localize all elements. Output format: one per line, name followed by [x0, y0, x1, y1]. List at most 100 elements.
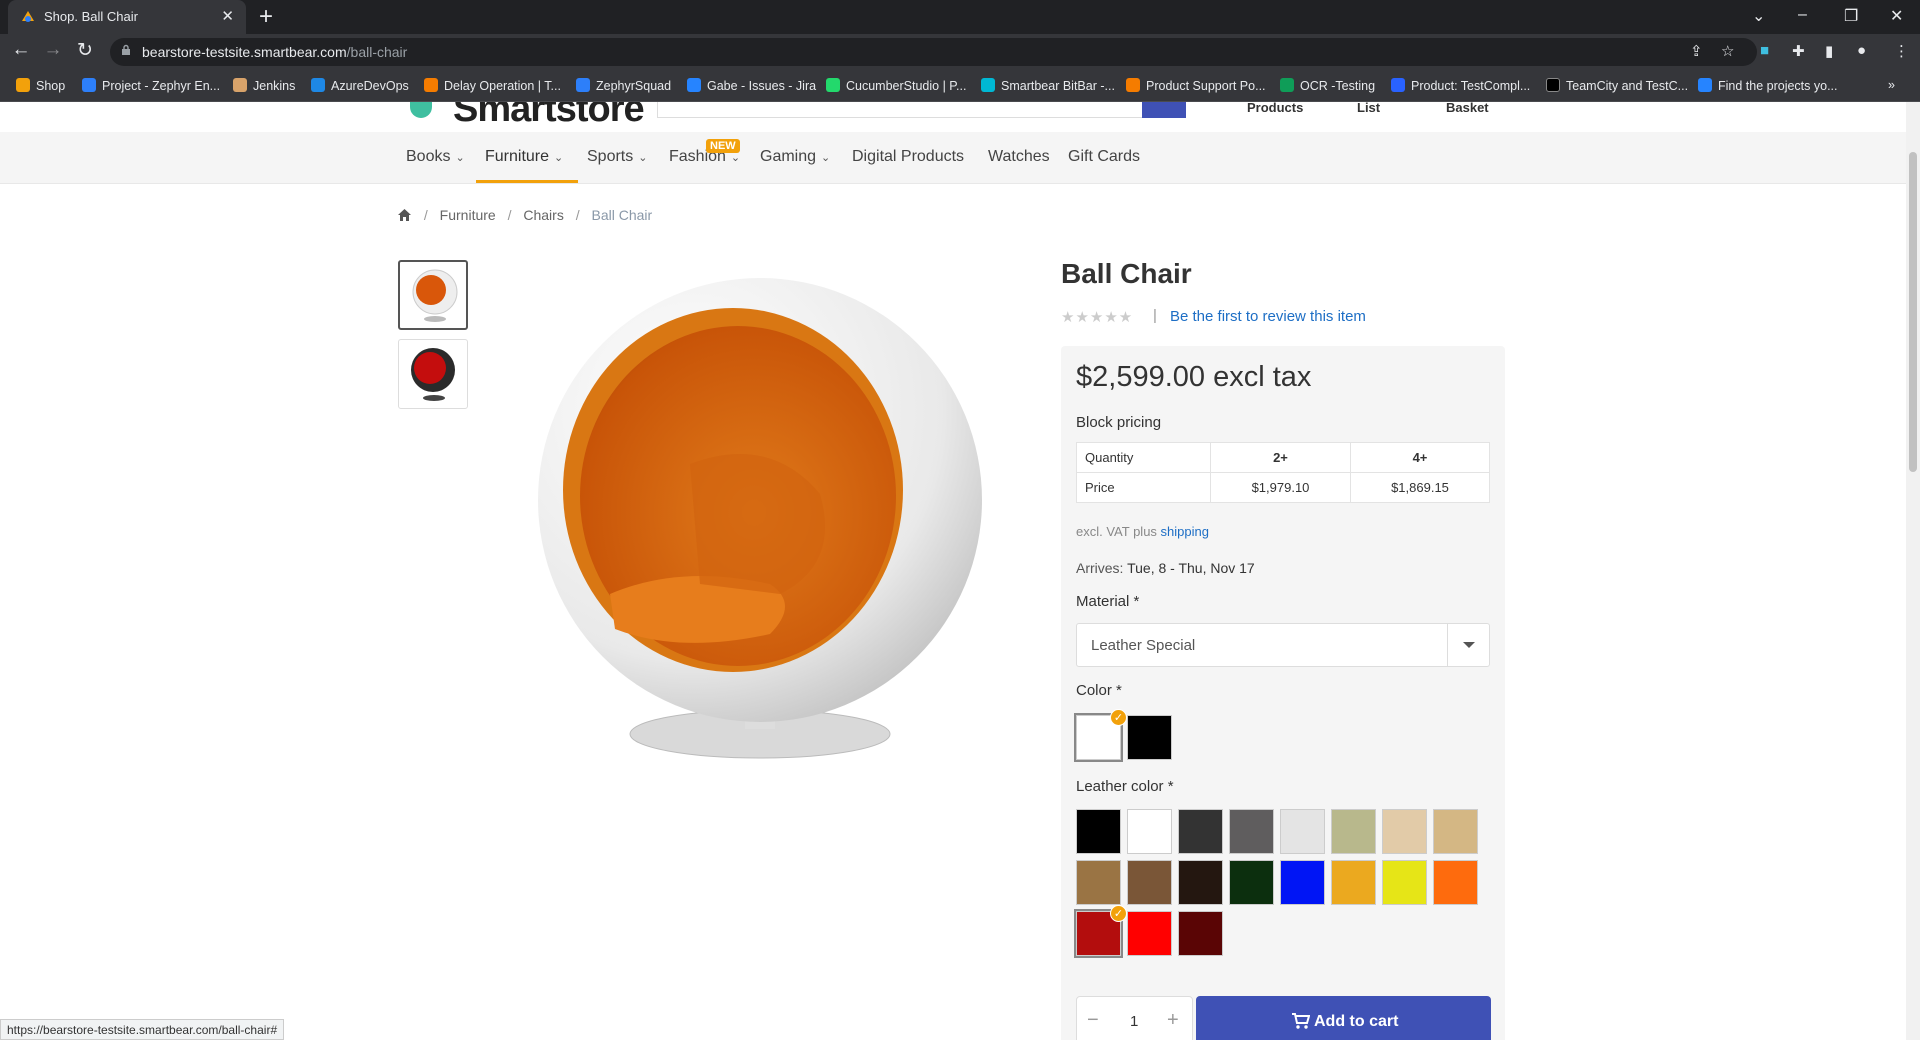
restore-icon[interactable]: ❐ — [1844, 6, 1858, 26]
bookmark[interactable]: Shop — [16, 78, 65, 93]
bookmark[interactable]: Product Support Po... — [1126, 78, 1266, 93]
product-thumbnail[interactable] — [398, 260, 468, 330]
bookmark[interactable]: TeamCity and TestC... — [1546, 78, 1688, 93]
nav-item-books[interactable]: Books ⌄ — [406, 148, 465, 166]
nav-item-gaming[interactable]: Gaming ⌄ — [760, 148, 830, 166]
nav-item-furniture[interactable]: Furniture ⌄ — [485, 148, 563, 166]
nav-item-watches[interactable]: Watches — [988, 148, 1050, 166]
quantity-stepper: − 1 + — [1076, 996, 1193, 1040]
delivery-estimate: Arrives: Tue, 8 - Thu, Nov 17 — [1076, 560, 1255, 576]
breadcrumb-furniture[interactable]: Furniture — [440, 207, 496, 223]
leather-color-swatch[interactable] — [1178, 911, 1223, 956]
leather-color-swatch[interactable] — [1178, 860, 1223, 905]
extension-icon[interactable]: ■ — [1760, 42, 1769, 59]
forward-icon[interactable]: → — [40, 39, 66, 61]
breadcrumb-chairs[interactable]: Chairs — [523, 207, 563, 223]
bookmark-icon — [1698, 78, 1712, 92]
breadcrumb-separator: / — [423, 207, 428, 223]
quantity-input[interactable]: 1 — [1130, 1013, 1138, 1030]
bookmark-star-icon[interactable]: ☆ — [1721, 42, 1734, 60]
leather-color-swatch[interactable] — [1280, 860, 1325, 905]
leather-color-swatch[interactable] — [1433, 809, 1478, 854]
table-row: Price $1,979.10 $1,869.15 — [1076, 472, 1490, 503]
leather-color-swatch[interactable] — [1076, 860, 1121, 905]
nav-item-gift-cards[interactable]: Gift Cards — [1068, 148, 1140, 166]
color-swatch[interactable] — [1127, 715, 1172, 760]
breadcrumb: / Furniture / Chairs / Ball Chair — [397, 207, 652, 223]
leather-color-swatch[interactable] — [1076, 809, 1121, 854]
chevron-down-icon: ⌄ — [730, 152, 741, 164]
leather-color-swatch[interactable] — [1382, 860, 1427, 905]
window-close-icon[interactable]: ✕ — [1890, 6, 1903, 26]
product-thumbnail[interactable] — [398, 339, 468, 409]
extensions-puzzle-icon[interactable]: ✚ — [1792, 42, 1805, 60]
leather-color-swatch[interactable] — [1331, 860, 1376, 905]
browser-tab[interactable]: Shop. Ball Chair ✕ — [8, 0, 246, 34]
bookmark-icon — [424, 78, 438, 92]
close-icon[interactable]: ✕ — [221, 7, 234, 25]
leather-color-swatch[interactable] — [1433, 860, 1478, 905]
bookmark[interactable]: AzureDevOps — [311, 78, 409, 93]
page-content: Smartstore Products List Basket Books ⌄ F… — [0, 102, 1906, 1040]
leather-color-swatch[interactable] — [1229, 860, 1274, 905]
reload-icon[interactable]: ↻ — [72, 39, 98, 62]
leather-color-swatch[interactable] — [1127, 860, 1172, 905]
bookmark[interactable]: Product: TestCompl... — [1391, 78, 1530, 93]
bookmark[interactable]: Project - Zephyr En... — [82, 78, 220, 93]
table-cell: 2+ — [1210, 442, 1351, 473]
nav-item-sports[interactable]: Sports ⌄ — [587, 148, 647, 166]
header-link-list[interactable]: List — [1357, 102, 1380, 115]
selected-check-icon: ✓ — [1110, 709, 1127, 726]
menu-icon[interactable]: ⋮ — [1894, 42, 1909, 60]
leather-color-swatch[interactable] — [1229, 809, 1274, 854]
breadcrumb-separator: / — [575, 207, 580, 223]
lock-icon — [122, 44, 130, 55]
header-link-basket[interactable]: Basket — [1446, 102, 1489, 115]
leather-color-swatch[interactable] — [1127, 809, 1172, 854]
buy-box: $2,599.00 excl tax Block pricing Quantit… — [1061, 346, 1505, 1040]
bookmark[interactable]: OCR -Testing — [1280, 78, 1375, 93]
share-icon[interactable]: ⇪ — [1690, 42, 1703, 60]
more-bookmarks-icon[interactable]: » — [1888, 78, 1895, 92]
nav-item-digital-products[interactable]: Digital Products — [852, 148, 964, 166]
site-logo[interactable]: Smartstore — [453, 102, 645, 131]
dropdown-toggle[interactable] — [1447, 624, 1489, 666]
bookmark[interactable]: ZephyrSquad — [576, 78, 671, 93]
bookmark[interactable]: Smartbear BitBar -... — [981, 78, 1115, 93]
product-main-image[interactable] — [520, 264, 1000, 794]
material-select[interactable]: Leather Special — [1076, 623, 1490, 667]
leather-color-swatch[interactable] — [1127, 911, 1172, 956]
add-to-cart-button[interactable]: Add to cart — [1196, 996, 1491, 1040]
increase-quantity-button[interactable]: + — [1167, 1009, 1179, 1032]
search-input[interactable] — [657, 102, 1143, 118]
profile-icon[interactable]: ● — [1857, 42, 1866, 59]
leather-color-swatch[interactable] — [1331, 809, 1376, 854]
block-pricing-table: Quantity 2+ 4+ Price $1,979.10 $1,869.15 — [1076, 442, 1490, 503]
side-panel-icon[interactable]: ▮ — [1825, 42, 1833, 60]
shop-favicon-icon — [22, 11, 34, 22]
bookmark[interactable]: Jenkins — [233, 78, 295, 93]
rating-stars-icon: ★★★★★ — [1061, 309, 1134, 326]
search-button[interactable] — [1142, 102, 1186, 118]
bookmark[interactable]: Delay Operation | T... — [424, 78, 561, 93]
new-tab-icon[interactable]: + — [259, 3, 273, 31]
home-icon[interactable] — [397, 208, 412, 222]
bookmark[interactable]: CucumberStudio | P... — [826, 78, 966, 93]
shipping-link[interactable]: shipping — [1161, 524, 1209, 539]
back-icon[interactable]: ← — [8, 39, 34, 61]
leather-color-swatch[interactable] — [1280, 809, 1325, 854]
leather-color-swatch[interactable] — [1382, 809, 1427, 854]
decrease-quantity-button[interactable]: − — [1087, 1009, 1099, 1032]
header-link-products[interactable]: Products — [1247, 102, 1303, 115]
minimize-icon[interactable]: – — [1798, 6, 1807, 24]
bookmark[interactable]: Find the projects yo... — [1698, 78, 1838, 93]
scrollbar-thumb[interactable] — [1909, 152, 1917, 472]
browser-toolbar: ← → ↻ bearstore-testsite.smartbear.com/b… — [0, 34, 1920, 70]
product-title: Ball Chair — [1061, 258, 1192, 289]
address-bar[interactable]: bearstore-testsite.smartbear.com/ball-ch… — [110, 38, 1757, 66]
bookmark[interactable]: Gabe - Issues - Jira — [687, 78, 816, 93]
tab-search-icon[interactable]: ⌄ — [1752, 6, 1765, 26]
leather-color-swatch[interactable] — [1178, 809, 1223, 854]
review-link[interactable]: Be the first to review this item — [1170, 308, 1366, 325]
page-scrollbar[interactable] — [1906, 102, 1920, 1040]
